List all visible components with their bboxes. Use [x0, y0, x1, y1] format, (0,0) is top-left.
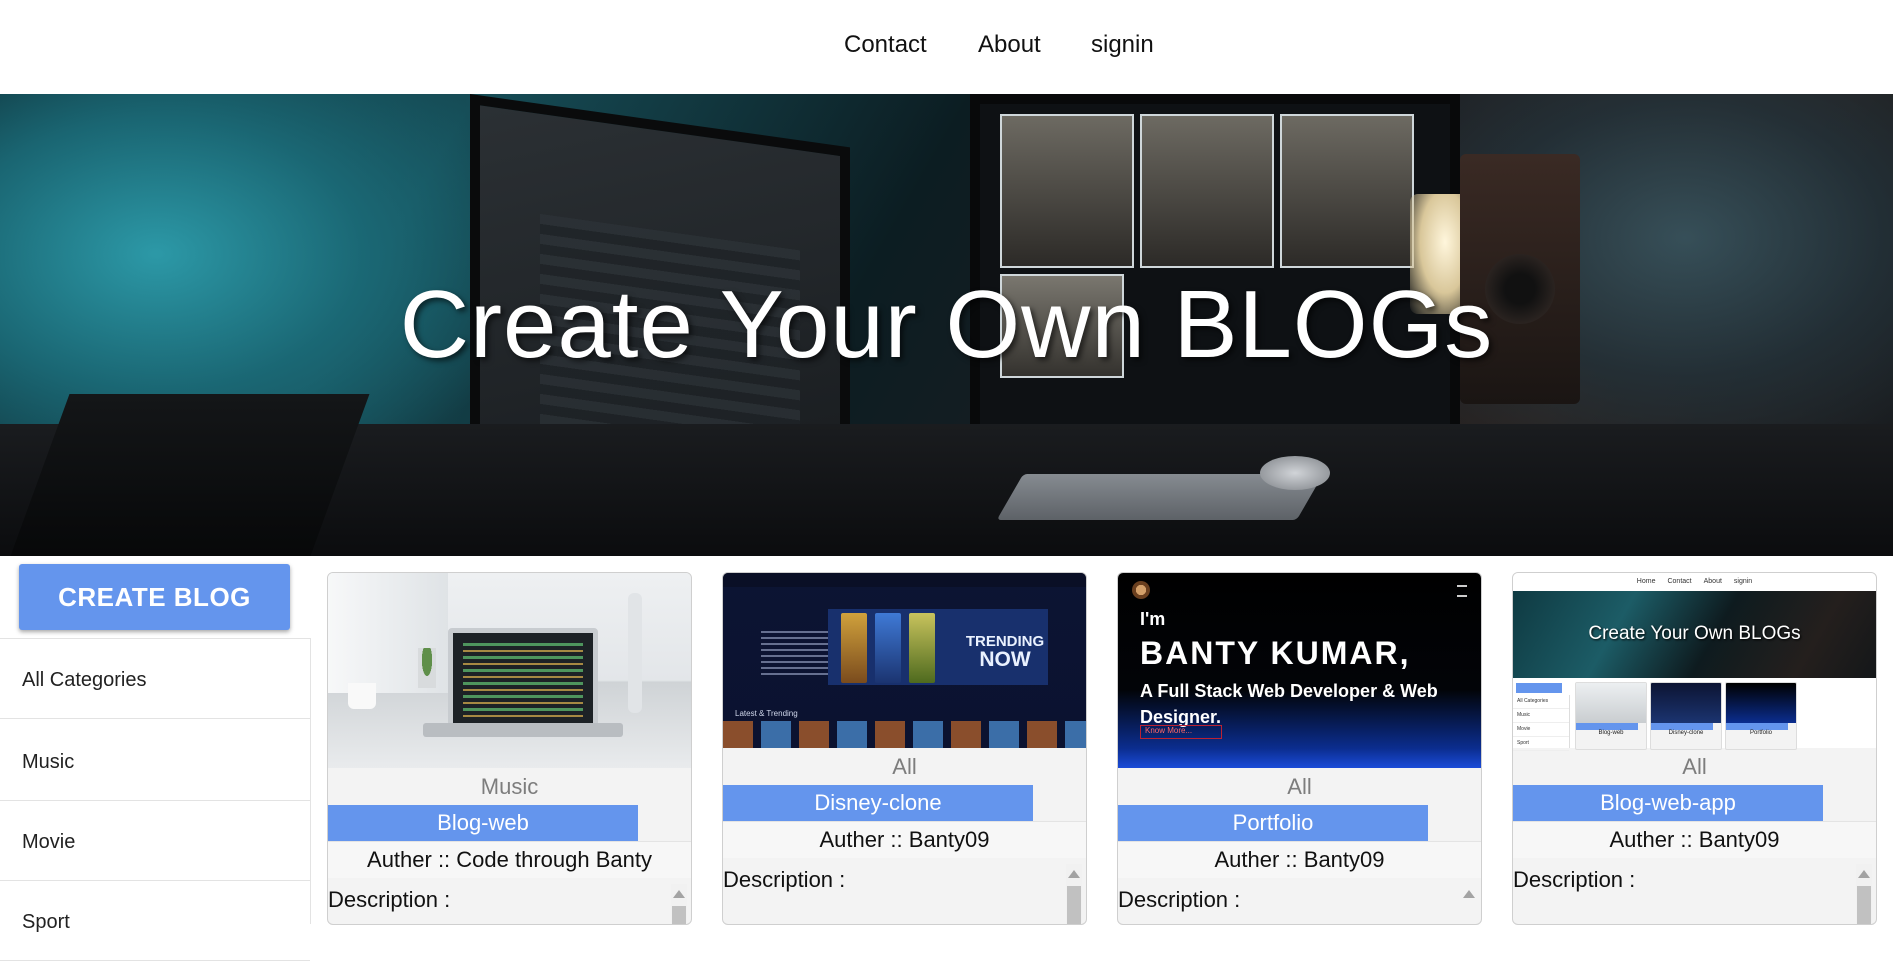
- post-description-label: Description :: [723, 867, 846, 892]
- scroll-up-arrow-icon[interactable]: [1463, 890, 1475, 898]
- mini-create-button: [1516, 683, 1562, 693]
- post-category: All: [1682, 754, 1707, 779]
- category-list: All Categories Music Movie Sport: [0, 638, 311, 961]
- scroll-up-arrow-icon[interactable]: [673, 890, 685, 898]
- post-author: Auther :: Code through Banty: [328, 841, 691, 878]
- scroll-up-arrow-icon[interactable]: [1068, 870, 1080, 878]
- post-description-label: Description :: [1513, 867, 1636, 892]
- mini-category-list: All Categories Music Movie Sport: [1513, 695, 1570, 751]
- mini-hero: Create Your Own BLOGs: [1513, 591, 1876, 678]
- portfolio-tagline: A Full Stack Web Developer & Web Designe…: [1140, 681, 1438, 727]
- post-card[interactable]: I'm BANTY KUMAR, A Full Stack Web Develo…: [1117, 572, 1482, 925]
- latest-trending-label: Latest & Trending: [735, 709, 798, 718]
- post-title[interactable]: Blog-web: [328, 805, 638, 841]
- hero-mouse: [1260, 456, 1330, 490]
- portfolio-know-more: Know More...: [1140, 725, 1222, 739]
- description-scrollbar[interactable]: [671, 884, 687, 924]
- category-item-movie[interactable]: Movie: [0, 801, 310, 881]
- nav-link-contact[interactable]: Contact: [844, 31, 927, 59]
- portfolio-name: BANTY KUMAR,: [1140, 635, 1411, 671]
- mini-card: Blog-web: [1575, 682, 1647, 750]
- hero-speaker-left: [10, 394, 370, 556]
- post-card[interactable]: Home Contact About signin Create Your Own B…: [1512, 572, 1877, 925]
- menu-icon: [1457, 585, 1467, 597]
- post-category: Music: [480, 774, 539, 799]
- avatar: [1132, 581, 1150, 599]
- category-label: Movie: [22, 831, 76, 853]
- hero-title: Create Your Own BLOGs: [399, 271, 1494, 378]
- category-item-music[interactable]: Music: [0, 721, 310, 801]
- mini-nav: Home Contact About signin: [1636, 578, 1753, 585]
- hero-banner: Create Your Own BLOGs: [0, 94, 1893, 556]
- nav-link-signin[interactable]: signin: [1091, 31, 1154, 59]
- category-item-all[interactable]: All Categories: [0, 639, 310, 719]
- post-title[interactable]: Portfolio: [1118, 805, 1428, 841]
- post-title[interactable]: Blog-web-app: [1513, 785, 1823, 821]
- description-scrollbar[interactable]: [1066, 864, 1082, 924]
- mini-card: Portfolio: [1725, 682, 1797, 750]
- post-category: All: [1287, 774, 1312, 799]
- post-card[interactable]: TRENDING NOW Latest & Trending All Disney…: [722, 572, 1087, 925]
- create-blog-button[interactable]: CREATE BLOG: [19, 564, 290, 630]
- nav-link-about[interactable]: About: [978, 31, 1041, 59]
- category-item-sport[interactable]: Sport: [0, 881, 310, 961]
- post-title[interactable]: Disney-clone: [723, 785, 1033, 821]
- description-scrollbar[interactable]: [1461, 884, 1477, 924]
- description-scrollbar[interactable]: [1856, 864, 1872, 924]
- post-image-blog-app: Home Contact About signin Create Your Own B…: [1513, 573, 1876, 751]
- hero-monitor-right: [970, 94, 1460, 444]
- trending-text: TRENDING NOW: [965, 633, 1045, 671]
- post-image-disney: TRENDING NOW Latest & Trending: [723, 573, 1086, 748]
- post-author: Auther :: Banty09: [1118, 841, 1481, 878]
- post-description-label: Description :: [328, 887, 451, 912]
- post-image-laptop: [328, 573, 691, 768]
- post-author: Auther :: Banty09: [723, 821, 1086, 858]
- category-label: All Categories: [22, 669, 147, 691]
- portfolio-greeting: I'm: [1140, 609, 1166, 629]
- post-description-label: Description :: [1118, 887, 1241, 912]
- post-category: All: [892, 754, 917, 779]
- category-label: Music: [22, 751, 75, 773]
- top-navbar: Contact About signin: [0, 0, 1893, 94]
- scroll-up-arrow-icon[interactable]: [1858, 870, 1870, 878]
- post-card[interactable]: Music Blog-web Auther :: Code through Ba…: [327, 572, 692, 925]
- post-author: Auther :: Banty09: [1513, 821, 1876, 858]
- mini-card: Disney-clone: [1650, 682, 1722, 750]
- post-image-portfolio: I'm BANTY KUMAR, A Full Stack Web Develo…: [1118, 573, 1481, 768]
